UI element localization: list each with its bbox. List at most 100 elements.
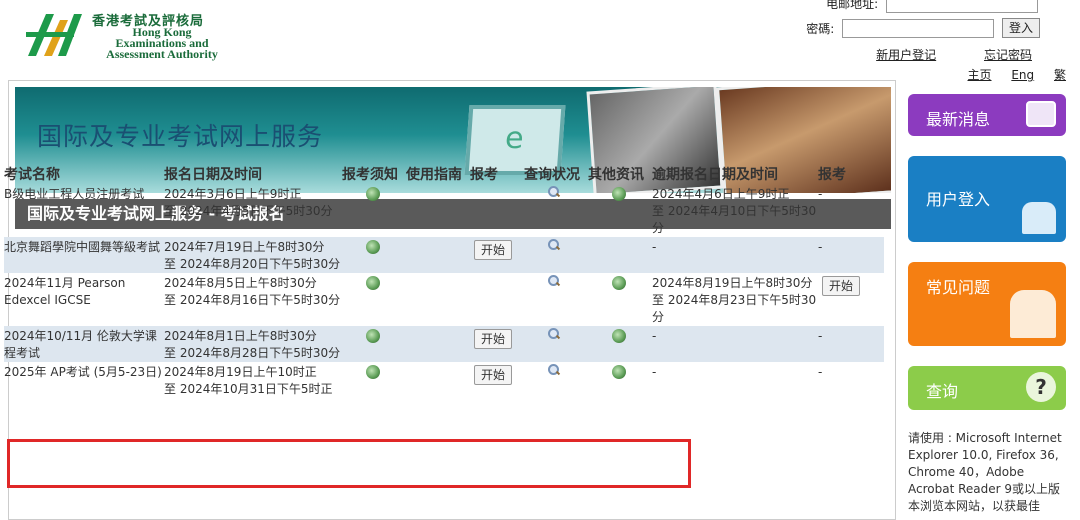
period-start: 2024年8月19日上午10时正 [164, 365, 317, 379]
hkeaa-logo[interactable]: 香港考試及評核局 Hong Kong Examinations and Asse… [24, 8, 224, 62]
col-exam-name: 考试名称 [4, 167, 60, 183]
guide-cell [406, 184, 470, 237]
late-period-end: 至 2024年8月23日下午5时30分 [652, 293, 817, 324]
late-apply-cell: - [818, 187, 823, 201]
document-globe-icon[interactable] [366, 240, 380, 254]
document-globe-icon[interactable] [366, 276, 380, 290]
news-card[interactable]: 最新消息 [908, 94, 1066, 136]
late-apply-cell: - [818, 237, 884, 273]
apply-cell [470, 273, 524, 326]
magnifier-icon[interactable] [548, 239, 560, 251]
highlight-box [7, 439, 691, 488]
status-cell [524, 362, 588, 412]
period-cell: 2024年7月19日上午8时30分至 2024年8月20日下午5时30分 [164, 237, 342, 273]
forgot-password-link[interactable]: 忘记密码 [984, 48, 1032, 62]
table-row: 2025年 AP考试 (5月5-23日) 2024年8月19日上午10时正至 20… [4, 362, 884, 412]
apply-cell: 开始 [470, 362, 524, 412]
late-start-button[interactable]: 开始 [822, 276, 861, 296]
magnifier-icon[interactable] [548, 328, 560, 340]
late-period-start: 2024年8月19日上午8时30分 [652, 276, 813, 290]
apply-cell [470, 184, 524, 237]
table-row: 2024年10/11月 伦敦大学课程考试 2024年8月1日上午8时30分至 20… [4, 326, 884, 362]
home-link[interactable]: 主页 [968, 68, 992, 82]
traditional-chinese-link[interactable]: 繁 [1054, 68, 1066, 82]
apply-cell: 开始 [470, 326, 524, 362]
start-button[interactable]: 开始 [474, 365, 513, 385]
exam-name-cell: B级电业工程人员注册考试 [4, 187, 145, 201]
late-apply-cell: 开始 [818, 273, 884, 326]
exam-name-cell: 北京舞蹈學院中國舞等級考試 [4, 237, 164, 273]
query-card[interactable]: 查询 ? [908, 366, 1066, 410]
start-button[interactable]: 开始 [474, 329, 513, 349]
exam-name-cell: 2024年11月 Pearson Edexcel IGCSE [4, 276, 126, 307]
status-cell [524, 326, 588, 362]
info-globe-icon[interactable] [612, 365, 626, 379]
exam-name-cell: 2025年 AP考试 (5月5-23日) [4, 365, 162, 379]
info-cell [588, 362, 652, 412]
col-notice: 报考须知 [342, 167, 398, 183]
info-globe-icon[interactable] [612, 329, 626, 343]
notice-cell [342, 362, 406, 412]
start-button[interactable]: 开始 [474, 240, 513, 260]
user-login-label: 用户登入 [926, 190, 991, 209]
speech-bubble-icon [1026, 101, 1056, 127]
late-period-start: 2024年4月6日上午9时正 [652, 187, 790, 201]
period-cell: 2024年8月1日上午8时30分至 2024年8月28日下午5时30分 [164, 326, 342, 362]
period-start: 2024年8月5日上午8时30分 [164, 276, 317, 290]
language-links: 主页 Eng 繁 [952, 66, 1067, 83]
news-label: 最新消息 [926, 110, 991, 129]
late-period-start: - [652, 365, 657, 379]
document-globe-icon[interactable] [366, 187, 380, 201]
email-row: 电邮地址: [826, 0, 1038, 13]
guide-cell [406, 273, 470, 326]
period-end: 至 2024年4月5日下午5时30分 [164, 204, 333, 218]
register-link[interactable]: 新用户登记 [876, 48, 936, 62]
info-globe-icon[interactable] [612, 276, 626, 290]
document-globe-icon[interactable] [366, 329, 380, 343]
magnifier-icon[interactable] [548, 275, 560, 287]
password-field[interactable] [842, 18, 995, 38]
notice-cell [342, 184, 406, 237]
period-end: 至 2024年8月20日下午5时30分 [164, 257, 341, 271]
guide-cell [406, 362, 470, 412]
email-field[interactable] [886, 0, 1038, 13]
status-cell [524, 184, 588, 237]
login-button[interactable]: 登入 [1001, 18, 1040, 38]
faq-card[interactable]: 常见问题 [908, 262, 1066, 346]
faq-label: 常见问题 [926, 278, 991, 297]
magnifier-icon[interactable] [548, 364, 560, 376]
table-row: 2024年11月 Pearson Edexcel IGCSE 2024年8月5日上… [4, 273, 884, 326]
period-start: 2024年8月1日上午8时30分 [164, 329, 317, 343]
late-period-cell: 2024年8月19日上午8时30分至 2024年8月23日下午5时30分 [652, 273, 818, 326]
late-period-start: - [652, 329, 657, 343]
question-mark-icon: ? [1026, 372, 1056, 402]
guide-cell [406, 237, 470, 273]
info-globe-icon[interactable] [612, 187, 626, 201]
late-apply-cell: - [818, 326, 884, 362]
info-cell [588, 237, 652, 273]
period-cell: 2024年8月19日上午10时正至 2024年10月31日下午5时正 [164, 362, 342, 412]
period-cell: 2024年3月6日上午9时正至 2024年4月5日下午5时30分 [164, 184, 342, 237]
logo-line-3: Assessment Authority [106, 47, 218, 61]
magnifier-icon[interactable] [548, 186, 560, 198]
english-link[interactable]: Eng [1011, 68, 1034, 82]
notice-cell [342, 326, 406, 362]
table-header-row: 考试名称 报名日期及时间 报考须知 使用指南 报考 查询状况 其他资讯 逾期报名… [4, 164, 884, 184]
document-globe-icon[interactable] [366, 365, 380, 379]
late-period-cell: - [652, 326, 818, 362]
period-start: 2024年7月19日上午8时30分 [164, 240, 325, 254]
info-cell [588, 184, 652, 237]
info-cell [588, 326, 652, 362]
period-end: 至 2024年10月31日下午5时正 [164, 382, 333, 396]
period-end: 至 2024年8月16日下午5时30分 [164, 293, 341, 307]
notice-cell [342, 273, 406, 326]
query-label: 查询 [926, 382, 959, 401]
late-period-start: - [652, 240, 657, 254]
user-login-card[interactable]: 用户登入 [908, 156, 1066, 242]
hkeaa-logo-icon [26, 14, 82, 56]
table-row: B级电业工程人员注册考试 2024年3月6日上午9时正至 2024年4月5日下午5… [4, 184, 884, 237]
col-status: 查询状况 [524, 167, 580, 183]
status-cell [524, 237, 588, 273]
password-label: 密碼: [806, 21, 835, 36]
late-period-cell: 2024年4月6日上午9时正至 2024年4月10日下午5时30分 [652, 184, 818, 237]
